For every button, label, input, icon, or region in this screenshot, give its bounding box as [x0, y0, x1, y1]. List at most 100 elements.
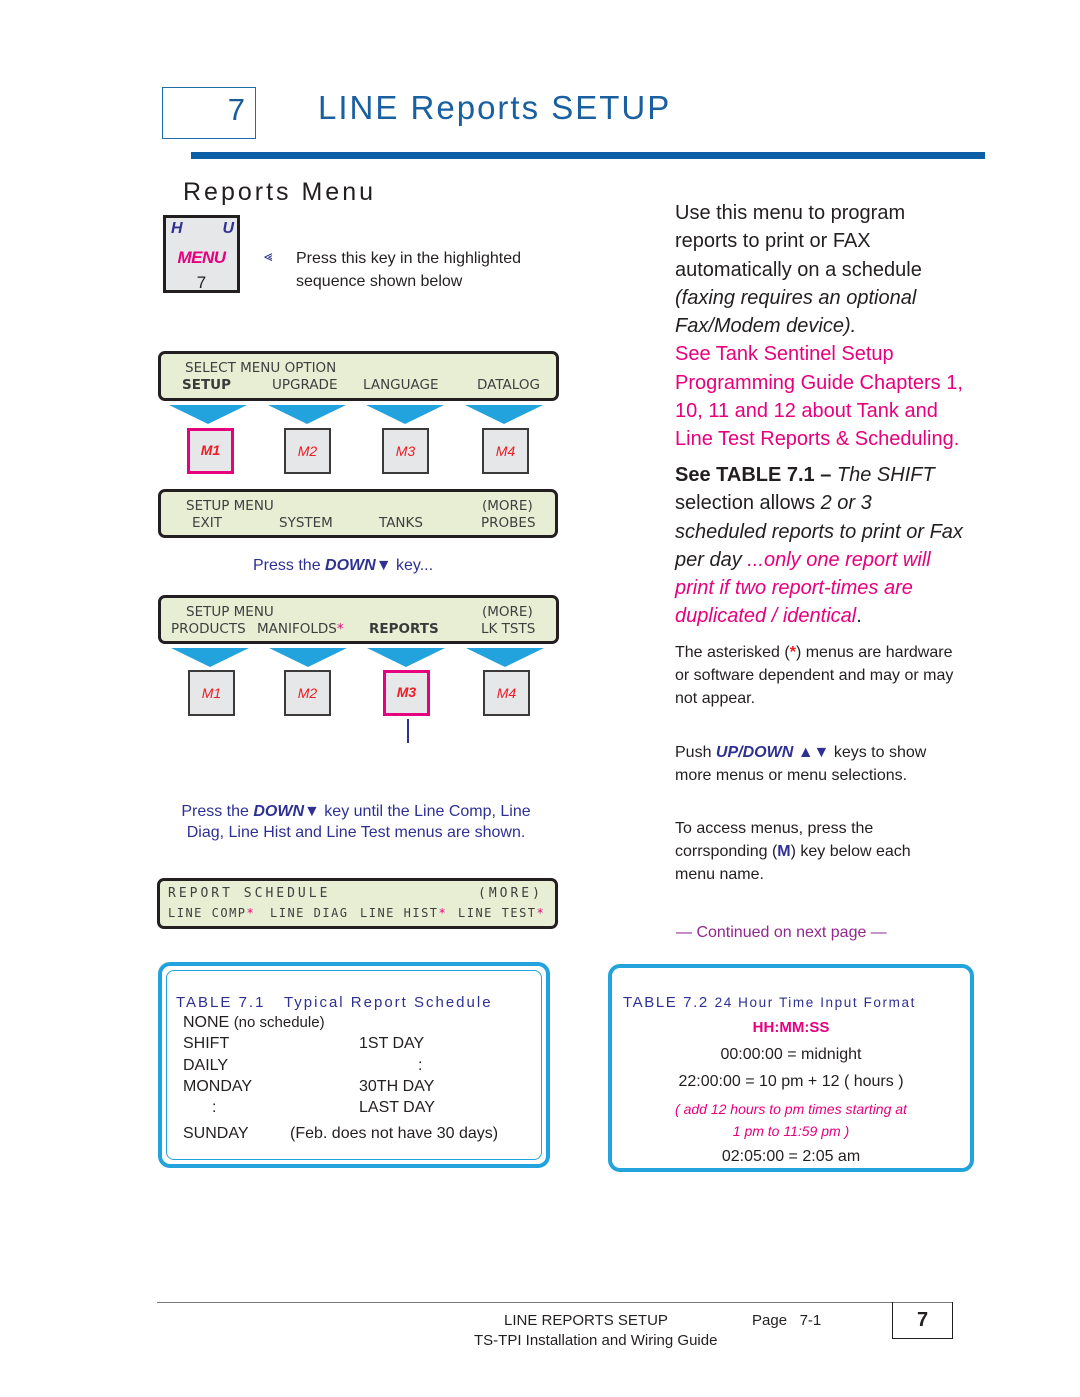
lcd-line1: SETUP MENU: [186, 604, 274, 620]
table-7-2: TABLE 7.2 24 Hour Time Input Format HH:M…: [608, 964, 974, 1172]
chapter-number-box: 7: [162, 87, 256, 139]
table-cell: (Feb. does not have 30 days): [290, 1125, 499, 1142]
down-key-label: DOWN: [325, 557, 376, 574]
lcd-display-select-menu: SELECT MENU OPTION SETUP UPGRADE LANGUAG…: [158, 351, 559, 401]
down-arrow-icon: [466, 648, 544, 667]
lcd-item-products: PRODUCTS: [171, 621, 246, 637]
table-7-1-title: TABLE 7.1 Typical Report Schedule: [176, 994, 493, 1011]
lcd-display-setup-menu-more: SETUP MENU (MORE) PRODUCTS MANIFOLDS* RE…: [158, 595, 559, 644]
time-example: 02:05:00 = 2:05 am: [721, 1148, 861, 1165]
section-title: Reports Menu: [183, 178, 377, 206]
pointer-arrow-icon: ⪡: [264, 248, 273, 265]
down-arrow-icon: [367, 648, 445, 667]
table-number: TABLE 7.2: [623, 994, 709, 1011]
m1-key-highlighted[interactable]: M1: [187, 428, 234, 474]
down-arrow-icon: [269, 648, 347, 667]
down-key-label: DOWN: [253, 803, 305, 820]
lcd-line1: SELECT MENU OPTION: [185, 360, 337, 376]
page-label: Page: [752, 1312, 788, 1329]
m1-key[interactable]: M1: [188, 670, 235, 716]
note-text: Push: [675, 744, 716, 761]
down-triangle-icon: ▼: [375, 557, 392, 574]
table-cell: :: [418, 1057, 423, 1074]
menu-key: H U MENU 7: [163, 215, 240, 293]
chapter-number: 7: [227, 92, 245, 127]
lcd-item-probes: PROBES: [481, 515, 536, 531]
m4-key[interactable]: M4: [482, 428, 529, 474]
title-divider: [191, 152, 985, 159]
down-arrow-icon: [268, 405, 346, 424]
table-title: 24 Hour Time Input Format: [714, 995, 916, 1010]
note-text: selection allows: [675, 492, 821, 515]
press-down-note: Press the DOWN▼ key...: [253, 557, 433, 575]
lcd-item-line-test: LINE TEST*: [458, 906, 546, 920]
m4-key[interactable]: M4: [483, 670, 530, 716]
lcd-line1: SETUP MENU: [186, 498, 274, 514]
cell-note: (no schedule): [233, 1014, 325, 1031]
m-key-label: M: [777, 843, 791, 860]
lcd-item-setup: SETUP: [182, 377, 232, 393]
m3-key-highlighted[interactable]: M3: [383, 670, 430, 716]
asterisk-icon: *: [246, 906, 256, 920]
asterisk-icon: *: [536, 906, 546, 920]
shift-note: See TABLE 7.1 – The SHIFT selection allo…: [675, 461, 965, 631]
note-text: key until the Line Comp, Line: [319, 803, 531, 820]
intro-text: Use this menu to program reports to prin…: [675, 202, 922, 281]
time-example: 00:00:00 = midnight: [720, 1046, 862, 1063]
lcd-more: (MORE): [482, 604, 533, 620]
lcd-item-system: SYSTEM: [279, 515, 333, 531]
table-cell: SHIFT: [183, 1035, 230, 1052]
table-cell: 30TH DAY: [359, 1078, 435, 1095]
chapter-title: LINE Reports SETUP: [318, 89, 672, 126]
down-arrow-icon: [366, 405, 444, 424]
intro-paragraph: Use this menu to program reports to prin…: [675, 199, 965, 454]
page-number: 7-1: [799, 1312, 822, 1329]
table-row-none: NONE (no schedule): [183, 1014, 325, 1032]
m2-key[interactable]: M2: [284, 428, 331, 474]
pm-note-line2: 1 pm to 11:59 pm ): [732, 1123, 850, 1139]
footer-guide-title: TS-TPI Installation and Wiring Guide: [474, 1332, 718, 1349]
table-cell: LAST DAY: [359, 1099, 435, 1116]
asterisk-note: The asterisked (*) menus are hardware or…: [675, 641, 955, 710]
lcd-more: (MORE): [482, 498, 533, 514]
footer-divider: [157, 1302, 952, 1303]
lcd-item-manifolds: MANIFOLDS*: [257, 621, 344, 637]
asterisk-icon: *: [438, 906, 448, 920]
table-cell: DAILY: [183, 1057, 229, 1074]
note-text: Press the: [181, 803, 254, 820]
access-menus-note: To access menus, press the corrsponding …: [675, 817, 945, 886]
menu-key-number: 7: [196, 273, 207, 292]
press-down-until-note: Press the DOWN▼ key until the Line Comp,…: [160, 801, 552, 843]
menu-key-note-line2: sequence shown below: [296, 273, 463, 290]
lcd-item-tanks: TANKS: [379, 515, 423, 531]
table-title: Typical Report Schedule: [283, 994, 493, 1011]
table-cell: :: [212, 1099, 217, 1116]
table-cell: 1ST DAY: [359, 1035, 425, 1052]
intro-italic: (faxing requires an optional Fax/Modem d…: [675, 286, 917, 338]
reference-note: See Tank Sentinel Setup Programming Guid…: [675, 343, 963, 451]
note-text: Press the: [253, 557, 326, 574]
time-format: HH:MM:SS: [752, 1019, 830, 1036]
cell: NONE: [183, 1014, 230, 1031]
down-arrow-icon: [171, 648, 249, 667]
up-down-keys-label: UP/DOWN: [715, 744, 794, 761]
down-arrow-icon: [465, 405, 543, 424]
footer-chapter-tab: 7: [892, 1302, 953, 1339]
up-down-triangle-icon: ▲▼: [797, 744, 830, 761]
lcd-item-line-hist: LINE HIST*: [360, 906, 448, 920]
shift-label: The SHIFT: [831, 464, 935, 486]
menu-key-u-label: U: [222, 220, 234, 237]
m2-key[interactable]: M2: [284, 670, 331, 716]
lcd-display-setup-menu: SETUP MENU (MORE) EXIT SYSTEM TANKS PROB…: [158, 489, 558, 538]
down-triangle-icon: ▼: [304, 803, 320, 820]
table-7-1: TABLE 7.1 Typical Report Schedule NONE (…: [158, 962, 550, 1168]
table-reference: See TABLE 7.1 –: [675, 464, 832, 486]
lcd-item-datalog: DATALOG: [477, 377, 540, 393]
menu-key-h-label: H: [171, 220, 183, 237]
m3-key[interactable]: M3: [382, 428, 429, 474]
push-up-down-note: Push UP/DOWN ▲▼ keys to show more menus …: [675, 741, 965, 787]
period: .: [856, 605, 862, 628]
table-cell: SUNDAY: [183, 1125, 249, 1142]
lcd-item-line-comp: LINE COMP*: [168, 906, 256, 920]
lcd-line1: REPORT SCHEDULE: [168, 886, 331, 901]
